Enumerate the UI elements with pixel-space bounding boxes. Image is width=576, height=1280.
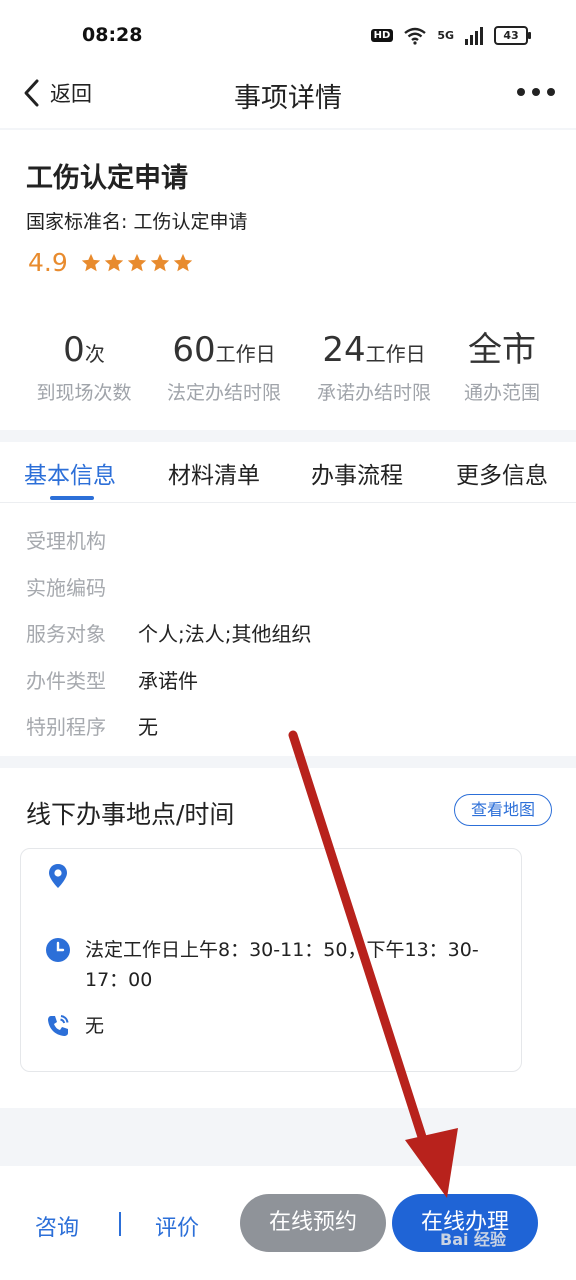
stat-label: 通办范围 (463, 382, 540, 404)
section-divider (0, 756, 576, 768)
info-label: 办件类型 (26, 669, 106, 693)
battery-icon: 43 (494, 26, 531, 45)
rate-button[interactable]: 评价 (155, 1210, 199, 1242)
bottom-action-bar: 咨询 评价 在线预约 在线办理 (0, 1166, 576, 1280)
stat-value: 全市 (468, 330, 536, 370)
tab-process[interactable]: 办事流程 (311, 456, 403, 490)
stat-scope: 全市 通办范围 (432, 328, 572, 405)
stat-value: 60 (172, 330, 216, 370)
star-icon (81, 253, 100, 271)
tab-active-indicator (50, 496, 94, 500)
watermark: Bai 经验 (440, 1230, 507, 1249)
location-card: 法定工作日上午8：30-11：50，下午13：30-17：00 无 (20, 848, 522, 1072)
status-time: 08:28 (82, 24, 143, 46)
info-label: 服务对象 (26, 622, 106, 646)
office-hours: 法定工作日上午8：30-11：50，下午13：30-17：00 (85, 939, 479, 991)
standard-name: 国家标准名: 工伤认定申请 (26, 211, 248, 233)
detail-tabs: 基本信息 材料清单 办事流程 更多信息 (0, 442, 576, 503)
stat-label: 到现场次数 (36, 382, 132, 404)
stat-value: 0 (63, 330, 85, 370)
tab-materials[interactable]: 材料清单 (168, 456, 260, 490)
stat-unit: 工作日 (365, 342, 426, 366)
stat-unit: 工作日 (215, 342, 276, 366)
info-row-agency: 受理机构 (26, 525, 138, 554)
contact-phone: 无 (85, 1015, 105, 1037)
info-label: 特别程序 (26, 715, 106, 739)
stat-label: 承诺办结时限 (316, 382, 431, 404)
info-label: 实施编码 (26, 576, 106, 600)
info-label: 受理机构 (26, 529, 106, 553)
info-value: 承诺件 (138, 669, 198, 693)
info-value: 个人;法人;其他组织 (138, 622, 312, 646)
stats-row: 0次 到现场次数 60工作日 法定办结时限 24工作日 承诺办结时限 全市 通办… (0, 328, 576, 418)
stat-unit: 次 (84, 342, 105, 366)
info-row-code: 实施编码 (26, 572, 138, 601)
info-row-type: 办件类型 承诺件 (26, 665, 198, 694)
section-divider (0, 430, 576, 442)
network-label: 5G (437, 29, 454, 42)
bottom-bar-separator (119, 1212, 121, 1236)
item-title: 工伤认定申请 (26, 163, 188, 194)
info-row-special: 特别程序 无 (26, 711, 158, 740)
page-title: 事项详情 (234, 83, 342, 114)
nav-divider (0, 128, 576, 130)
stat-promised-limit: 24工作日 承诺办结时限 (304, 328, 444, 405)
stat-label: 法定办结时限 (166, 382, 281, 404)
rating-stars (80, 252, 194, 274)
nav-bar: 返回 事项详情 (0, 60, 576, 128)
offline-section-title: 线下办事地点/时间 (26, 800, 235, 829)
wifi-icon (404, 27, 427, 45)
consult-button[interactable]: 咨询 (35, 1210, 79, 1242)
rating-row: 4.9 (28, 248, 194, 277)
signal-icon (465, 26, 483, 45)
phone-icon (48, 1015, 69, 1036)
star-icon (127, 253, 146, 271)
status-icons: HD 5G 43 (370, 26, 531, 45)
star-icon (150, 253, 169, 271)
online-appointment-button[interactable]: 在线预约 (240, 1194, 386, 1252)
stat-visits: 0次 到现场次数 (14, 328, 154, 405)
star-icon (104, 253, 123, 271)
location-pin-icon (49, 864, 67, 888)
hd-badge: HD (370, 29, 394, 42)
rating-score: 4.9 (28, 248, 68, 277)
tab-more-info[interactable]: 更多信息 (456, 456, 548, 490)
clock-icon (46, 938, 70, 962)
star-icon (173, 253, 192, 271)
tab-basic-info[interactable]: 基本信息 (24, 456, 116, 490)
view-map-button[interactable]: 查看地图 (454, 794, 552, 826)
more-icon[interactable] (516, 80, 556, 104)
section-divider (0, 1108, 576, 1166)
stat-legal-limit: 60工作日 法定办结时限 (154, 328, 294, 405)
stat-value: 24 (322, 330, 366, 370)
info-value: 无 (138, 715, 158, 739)
info-row-target: 服务对象 个人;法人;其他组织 (26, 618, 311, 647)
